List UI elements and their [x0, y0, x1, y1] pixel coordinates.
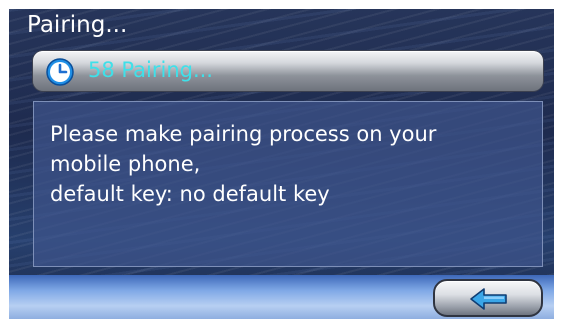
pairing-screen: Pairing... 58 Pairing... Please make pai…	[9, 9, 554, 319]
back-button[interactable]	[433, 279, 543, 317]
pairing-countdown-text: 58 Pairing...	[88, 58, 213, 82]
back-arrow-icon	[470, 288, 507, 310]
message-line: Please make pairing process on your	[50, 122, 437, 146]
page-title: Pairing...	[27, 12, 128, 38]
message-line: default key: no default key	[50, 182, 330, 206]
status-label: Pairing...	[121, 58, 213, 82]
message-line: mobile phone,	[50, 152, 201, 176]
title-bar: Pairing...	[9, 9, 554, 45]
countdown-value: 58	[88, 58, 115, 82]
clock-icon	[46, 58, 74, 86]
pairing-status-bar: 58 Pairing...	[33, 51, 543, 91]
message-box: Please make pairing process on your mobi…	[33, 101, 543, 267]
